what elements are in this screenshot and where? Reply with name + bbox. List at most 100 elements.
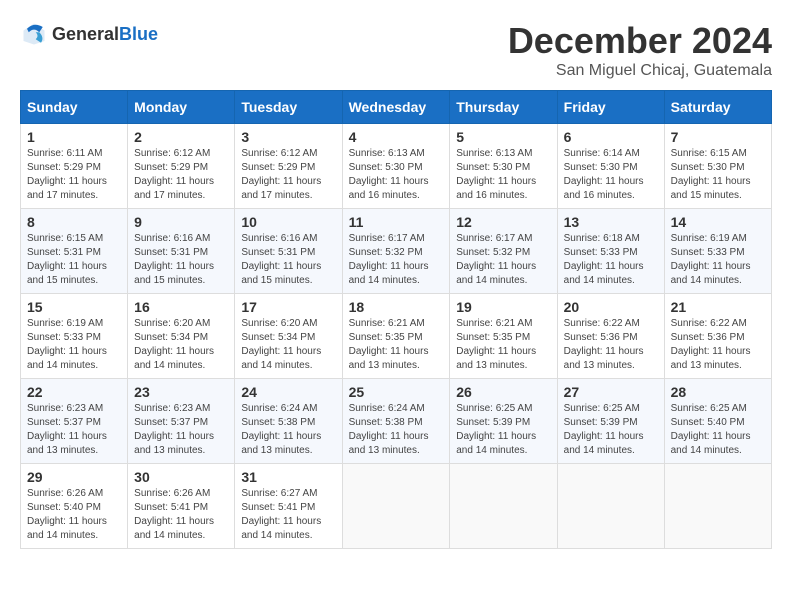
title-area: December 2024 San Miguel Chicaj, Guatema… (508, 20, 772, 80)
day-number: 26 (456, 384, 550, 400)
calendar-cell: 28 Sunrise: 6:25 AMSunset: 5:40 PMDaylig… (664, 379, 771, 464)
day-info: Sunrise: 6:22 AMSunset: 5:36 PMDaylight:… (564, 318, 644, 371)
calendar-table: Sunday Monday Tuesday Wednesday Thursday… (20, 90, 772, 549)
calendar-cell (342, 464, 450, 549)
logo-blue: Blue (119, 24, 158, 44)
col-monday: Monday (128, 91, 235, 124)
calendar-cell: 5 Sunrise: 6:13 AMSunset: 5:30 PMDayligh… (450, 124, 557, 209)
calendar-cell: 26 Sunrise: 6:25 AMSunset: 5:39 PMDaylig… (450, 379, 557, 464)
day-number: 13 (564, 214, 658, 230)
day-info: Sunrise: 6:12 AMSunset: 5:29 PMDaylight:… (241, 148, 321, 201)
calendar-week-4: 22 Sunrise: 6:23 AMSunset: 5:37 PMDaylig… (21, 379, 772, 464)
calendar-cell: 13 Sunrise: 6:18 AMSunset: 5:33 PMDaylig… (557, 209, 664, 294)
day-number: 11 (349, 214, 444, 230)
day-info: Sunrise: 6:19 AMSunset: 5:33 PMDaylight:… (27, 318, 107, 371)
day-info: Sunrise: 6:25 AMSunset: 5:39 PMDaylight:… (564, 403, 644, 456)
calendar-cell: 23 Sunrise: 6:23 AMSunset: 5:37 PMDaylig… (128, 379, 235, 464)
day-number: 22 (27, 384, 121, 400)
day-info: Sunrise: 6:15 AMSunset: 5:30 PMDaylight:… (671, 148, 751, 201)
day-info: Sunrise: 6:25 AMSunset: 5:39 PMDaylight:… (456, 403, 536, 456)
day-number: 24 (241, 384, 335, 400)
day-info: Sunrise: 6:16 AMSunset: 5:31 PMDaylight:… (134, 233, 214, 286)
calendar-cell: 21 Sunrise: 6:22 AMSunset: 5:36 PMDaylig… (664, 294, 771, 379)
calendar-cell: 16 Sunrise: 6:20 AMSunset: 5:34 PMDaylig… (128, 294, 235, 379)
day-info: Sunrise: 6:27 AMSunset: 5:41 PMDaylight:… (241, 488, 321, 541)
calendar-cell: 30 Sunrise: 6:26 AMSunset: 5:41 PMDaylig… (128, 464, 235, 549)
calendar-cell: 3 Sunrise: 6:12 AMSunset: 5:29 PMDayligh… (235, 124, 342, 209)
calendar-header-row: Sunday Monday Tuesday Wednesday Thursday… (21, 91, 772, 124)
calendar-week-2: 8 Sunrise: 6:15 AMSunset: 5:31 PMDayligh… (21, 209, 772, 294)
day-number: 8 (27, 214, 121, 230)
day-info: Sunrise: 6:18 AMSunset: 5:33 PMDaylight:… (564, 233, 644, 286)
calendar-cell: 9 Sunrise: 6:16 AMSunset: 5:31 PMDayligh… (128, 209, 235, 294)
day-info: Sunrise: 6:26 AMSunset: 5:40 PMDaylight:… (27, 488, 107, 541)
col-friday: Friday (557, 91, 664, 124)
calendar-cell: 7 Sunrise: 6:15 AMSunset: 5:30 PMDayligh… (664, 124, 771, 209)
calendar-cell: 6 Sunrise: 6:14 AMSunset: 5:30 PMDayligh… (557, 124, 664, 209)
day-info: Sunrise: 6:13 AMSunset: 5:30 PMDaylight:… (349, 148, 429, 201)
day-number: 18 (349, 299, 444, 315)
col-saturday: Saturday (664, 91, 771, 124)
calendar-week-3: 15 Sunrise: 6:19 AMSunset: 5:33 PMDaylig… (21, 294, 772, 379)
calendar-cell: 12 Sunrise: 6:17 AMSunset: 5:32 PMDaylig… (450, 209, 557, 294)
day-info: Sunrise: 6:11 AMSunset: 5:29 PMDaylight:… (27, 148, 107, 201)
day-number: 30 (134, 469, 228, 485)
calendar-cell (557, 464, 664, 549)
day-number: 14 (671, 214, 765, 230)
day-number: 12 (456, 214, 550, 230)
calendar-week-1: 1 Sunrise: 6:11 AMSunset: 5:29 PMDayligh… (21, 124, 772, 209)
day-number: 15 (27, 299, 121, 315)
day-number: 29 (27, 469, 121, 485)
col-sunday: Sunday (21, 91, 128, 124)
day-number: 4 (349, 129, 444, 145)
day-info: Sunrise: 6:24 AMSunset: 5:38 PMDaylight:… (349, 403, 429, 456)
day-info: Sunrise: 6:17 AMSunset: 5:32 PMDaylight:… (456, 233, 536, 286)
day-number: 21 (671, 299, 765, 315)
day-number: 2 (134, 129, 228, 145)
calendar-cell: 2 Sunrise: 6:12 AMSunset: 5:29 PMDayligh… (128, 124, 235, 209)
logo: GeneralBlue (20, 20, 158, 48)
day-number: 20 (564, 299, 658, 315)
day-number: 17 (241, 299, 335, 315)
calendar-cell: 10 Sunrise: 6:16 AMSunset: 5:31 PMDaylig… (235, 209, 342, 294)
calendar-cell: 11 Sunrise: 6:17 AMSunset: 5:32 PMDaylig… (342, 209, 450, 294)
day-info: Sunrise: 6:23 AMSunset: 5:37 PMDaylight:… (27, 403, 107, 456)
day-number: 23 (134, 384, 228, 400)
day-info: Sunrise: 6:26 AMSunset: 5:41 PMDaylight:… (134, 488, 214, 541)
day-number: 6 (564, 129, 658, 145)
day-info: Sunrise: 6:22 AMSunset: 5:36 PMDaylight:… (671, 318, 751, 371)
day-number: 25 (349, 384, 444, 400)
logo-general: General (52, 24, 119, 44)
day-number: 27 (564, 384, 658, 400)
calendar-cell: 22 Sunrise: 6:23 AMSunset: 5:37 PMDaylig… (21, 379, 128, 464)
day-info: Sunrise: 6:13 AMSunset: 5:30 PMDaylight:… (456, 148, 536, 201)
calendar-cell (664, 464, 771, 549)
day-number: 5 (456, 129, 550, 145)
calendar-cell (450, 464, 557, 549)
calendar-cell: 14 Sunrise: 6:19 AMSunset: 5:33 PMDaylig… (664, 209, 771, 294)
calendar-cell: 31 Sunrise: 6:27 AMSunset: 5:41 PMDaylig… (235, 464, 342, 549)
month-title: December 2024 (508, 20, 772, 62)
day-info: Sunrise: 6:20 AMSunset: 5:34 PMDaylight:… (241, 318, 321, 371)
calendar-cell: 18 Sunrise: 6:21 AMSunset: 5:35 PMDaylig… (342, 294, 450, 379)
calendar-week-5: 29 Sunrise: 6:26 AMSunset: 5:40 PMDaylig… (21, 464, 772, 549)
day-info: Sunrise: 6:17 AMSunset: 5:32 PMDaylight:… (349, 233, 429, 286)
location-title: San Miguel Chicaj, Guatemala (508, 62, 772, 80)
day-number: 9 (134, 214, 228, 230)
calendar-cell: 24 Sunrise: 6:24 AMSunset: 5:38 PMDaylig… (235, 379, 342, 464)
day-info: Sunrise: 6:16 AMSunset: 5:31 PMDaylight:… (241, 233, 321, 286)
day-number: 10 (241, 214, 335, 230)
calendar-cell: 25 Sunrise: 6:24 AMSunset: 5:38 PMDaylig… (342, 379, 450, 464)
day-info: Sunrise: 6:21 AMSunset: 5:35 PMDaylight:… (456, 318, 536, 371)
day-number: 19 (456, 299, 550, 315)
col-wednesday: Wednesday (342, 91, 450, 124)
calendar-cell: 19 Sunrise: 6:21 AMSunset: 5:35 PMDaylig… (450, 294, 557, 379)
day-info: Sunrise: 6:23 AMSunset: 5:37 PMDaylight:… (134, 403, 214, 456)
calendar-cell: 1 Sunrise: 6:11 AMSunset: 5:29 PMDayligh… (21, 124, 128, 209)
calendar-cell: 4 Sunrise: 6:13 AMSunset: 5:30 PMDayligh… (342, 124, 450, 209)
col-tuesday: Tuesday (235, 91, 342, 124)
day-info: Sunrise: 6:14 AMSunset: 5:30 PMDaylight:… (564, 148, 644, 201)
day-number: 1 (27, 129, 121, 145)
page-header: GeneralBlue December 2024 San Miguel Chi… (20, 20, 772, 80)
day-info: Sunrise: 6:25 AMSunset: 5:40 PMDaylight:… (671, 403, 751, 456)
